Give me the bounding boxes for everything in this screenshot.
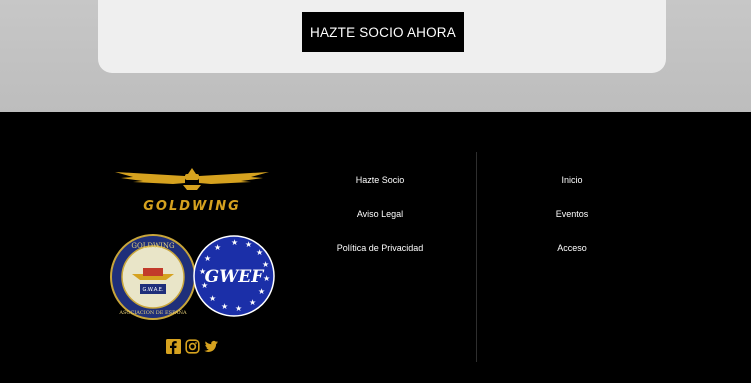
gwef-badge: ★ ★★ ★★★ ★★★ ★★★ ★★ GWEF <box>193 235 275 317</box>
nav-eventos[interactable]: Eventos <box>556 207 589 241</box>
nav-inicio[interactable]: Inicio <box>561 173 582 207</box>
facebook-icon[interactable] <box>166 339 181 354</box>
gwef-text: GWEF <box>205 267 266 287</box>
svg-text:★: ★ <box>258 287 265 296</box>
svg-text:★: ★ <box>263 274 270 283</box>
club-badge: G.W.A.E. GOLDWING ASOCIACION DE ESPAÑA <box>110 234 196 320</box>
association-badges: G.W.A.E. GOLDWING ASOCIACION DE ESPAÑA ★… <box>110 234 275 320</box>
nav-acceso[interactable]: Acceso <box>557 241 587 275</box>
footer-nav-right: Inicio Eventos Acceso <box>532 173 612 275</box>
svg-text:★: ★ <box>256 248 263 257</box>
footer-divider <box>476 152 477 362</box>
svg-text:★: ★ <box>209 294 216 303</box>
svg-text:★: ★ <box>245 240 252 249</box>
svg-text:★: ★ <box>249 298 256 307</box>
club-badge-top: GOLDWING <box>131 242 175 250</box>
club-badge-center: G.W.A.E. <box>142 287 164 293</box>
nav-aviso-legal[interactable]: Aviso Legal <box>357 207 403 241</box>
social-links <box>166 339 219 354</box>
instagram-icon[interactable] <box>185 339 200 354</box>
join-now-button[interactable]: HAZTE SOCIO AHORA <box>302 12 464 52</box>
svg-text:★: ★ <box>214 243 221 252</box>
goldwing-logo[interactable]: GOLDWING <box>113 166 271 216</box>
logo-wordmark: GOLDWING <box>143 199 241 214</box>
nav-hazte-socio[interactable]: Hazte Socio <box>356 173 405 207</box>
nav-politica-privacidad[interactable]: Política de Privacidad <box>337 241 424 275</box>
svg-text:★: ★ <box>235 304 242 313</box>
twitter-icon[interactable] <box>204 339 219 354</box>
svg-text:★: ★ <box>231 238 238 247</box>
svg-text:★: ★ <box>204 254 211 263</box>
svg-text:★: ★ <box>221 302 228 311</box>
club-badge-bottom: ASOCIACION DE ESPAÑA <box>118 308 187 316</box>
footer-nav-left: Hazte Socio Aviso Legal Política de Priv… <box>320 173 440 275</box>
